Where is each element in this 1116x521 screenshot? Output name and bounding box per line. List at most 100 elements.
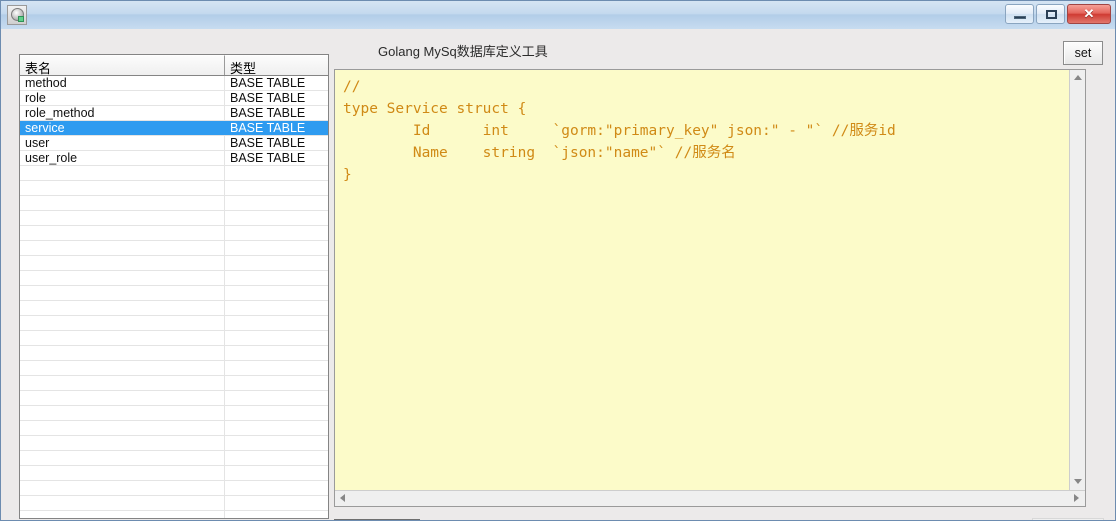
table-row-name (20, 361, 225, 375)
column-header-name[interactable]: 表名 (20, 55, 225, 75)
table-row-name (20, 271, 225, 285)
table-row-empty[interactable] (20, 301, 328, 316)
editor-vertical-scrollbar[interactable] (1069, 70, 1085, 490)
table-row-name (20, 376, 225, 390)
table-list-body: method BASE TABLE role BASE TABLE role_metho… (20, 76, 328, 518)
table-row-type: BASE TABLE (230, 106, 306, 120)
table-row-empty[interactable] (20, 481, 328, 496)
table-row-empty[interactable] (20, 496, 328, 511)
table-row-name (20, 166, 225, 180)
table-row-name: role_method (20, 106, 225, 120)
table-row-name (20, 196, 225, 210)
table-row-name (20, 331, 225, 345)
table-row-empty[interactable] (20, 436, 328, 451)
table-row-empty[interactable] (20, 346, 328, 361)
table-row-type (225, 346, 328, 360)
application-window: ✕ 表名 类型 method BASE TABLE role BASE TABLE ro… (0, 0, 1116, 521)
table-row-empty[interactable] (20, 361, 328, 376)
table-row-empty[interactable] (20, 331, 328, 346)
table-row-name: user (20, 136, 225, 150)
table-row[interactable]: role_method BASE TABLE (20, 106, 328, 121)
table-row-type (225, 196, 328, 210)
code-text: // type Service struct { Id int `gorm:"p… (343, 79, 896, 183)
table-row-name: method (20, 76, 225, 90)
table-row-empty[interactable] (20, 166, 328, 181)
table-row-name: service (20, 121, 225, 135)
table-row-type (225, 226, 328, 240)
table-row-empty[interactable] (20, 511, 328, 518)
close-button[interactable]: ✕ (1067, 4, 1111, 24)
table-row-empty[interactable] (20, 286, 328, 301)
table-row-type (225, 241, 328, 255)
table-row-type (225, 376, 328, 390)
maximize-button[interactable] (1036, 4, 1065, 24)
table-row-empty[interactable] (20, 376, 328, 391)
table-row-empty[interactable] (20, 451, 328, 466)
table-row-type (225, 331, 328, 345)
scroll-right-arrow-icon[interactable] (1069, 491, 1085, 506)
table-row-type (225, 496, 328, 510)
table-row-empty[interactable] (20, 271, 328, 286)
table-row-type (225, 481, 328, 495)
table-row[interactable]: role BASE TABLE (20, 91, 328, 106)
column-header-type[interactable]: 类型 (225, 55, 328, 75)
table-row-empty[interactable] (20, 466, 328, 481)
table-row-type: BASE TABLE (230, 136, 306, 150)
table-row-name (20, 481, 225, 495)
table-row-name: user_role (20, 151, 225, 165)
table-row-name (20, 466, 225, 480)
table-row-type (225, 421, 328, 435)
table-row-empty[interactable] (20, 181, 328, 196)
table-row-name (20, 316, 225, 330)
scroll-down-arrow-icon[interactable] (1070, 474, 1085, 490)
table-row-name (20, 346, 225, 360)
table-row[interactable]: method BASE TABLE (20, 76, 328, 91)
table-row-type (225, 466, 328, 480)
window-controls: ✕ (1005, 4, 1111, 24)
table-row-name (20, 496, 225, 510)
scroll-left-arrow-icon[interactable] (335, 491, 351, 506)
table-row-type (225, 391, 328, 405)
table-row-type (225, 451, 328, 465)
table-row-type (225, 271, 328, 285)
minimize-button[interactable] (1005, 4, 1034, 24)
table-row-type (225, 286, 328, 300)
table-row-type (225, 211, 328, 225)
table-row-name (20, 421, 225, 435)
table-row-name (20, 241, 225, 255)
table-row-type: BASE TABLE (230, 151, 306, 165)
table-row-name (20, 181, 225, 195)
table-row-type (225, 361, 328, 375)
table-list-header: 表名 类型 (20, 55, 328, 76)
table-row-empty[interactable] (20, 316, 328, 331)
table-row[interactable]: service BASE TABLE (20, 121, 328, 136)
table-row-empty[interactable] (20, 226, 328, 241)
table-row-name (20, 406, 225, 420)
scroll-up-arrow-icon[interactable] (1070, 70, 1085, 86)
table-row-type (225, 256, 328, 270)
close-icon: ✕ (1083, 6, 1095, 21)
table-row-name (20, 256, 225, 270)
table-list-panel[interactable]: 表名 类型 method BASE TABLE role BASE TABLE role… (19, 54, 329, 519)
table-row-type: BASE TABLE (230, 121, 306, 135)
main-content: 表名 类型 method BASE TABLE role BASE TABLE role… (1, 29, 1115, 520)
table-row[interactable]: user_role BASE TABLE (20, 151, 328, 166)
table-row-empty[interactable] (20, 256, 328, 271)
table-row-empty[interactable] (20, 421, 328, 436)
table-row-empty[interactable] (20, 196, 328, 211)
editor-horizontal-scrollbar[interactable] (335, 490, 1085, 506)
table-row-empty[interactable] (20, 211, 328, 226)
app-logo-accent (18, 16, 24, 22)
table-row-empty[interactable] (20, 241, 328, 256)
code-editor-area[interactable]: // type Service struct { Id int `gorm:"p… (335, 70, 1070, 490)
table-row-name (20, 451, 225, 465)
table-row-empty[interactable] (20, 406, 328, 421)
table-row-type (225, 406, 328, 420)
table-row-empty[interactable] (20, 391, 328, 406)
table-row-type (225, 316, 328, 330)
page-title: Golang MySq数据库定义工具 (378, 44, 548, 59)
minimize-icon (1014, 16, 1026, 19)
table-row[interactable]: user BASE TABLE (20, 136, 328, 151)
set-button[interactable]: set (1063, 41, 1103, 65)
table-row-name (20, 391, 225, 405)
